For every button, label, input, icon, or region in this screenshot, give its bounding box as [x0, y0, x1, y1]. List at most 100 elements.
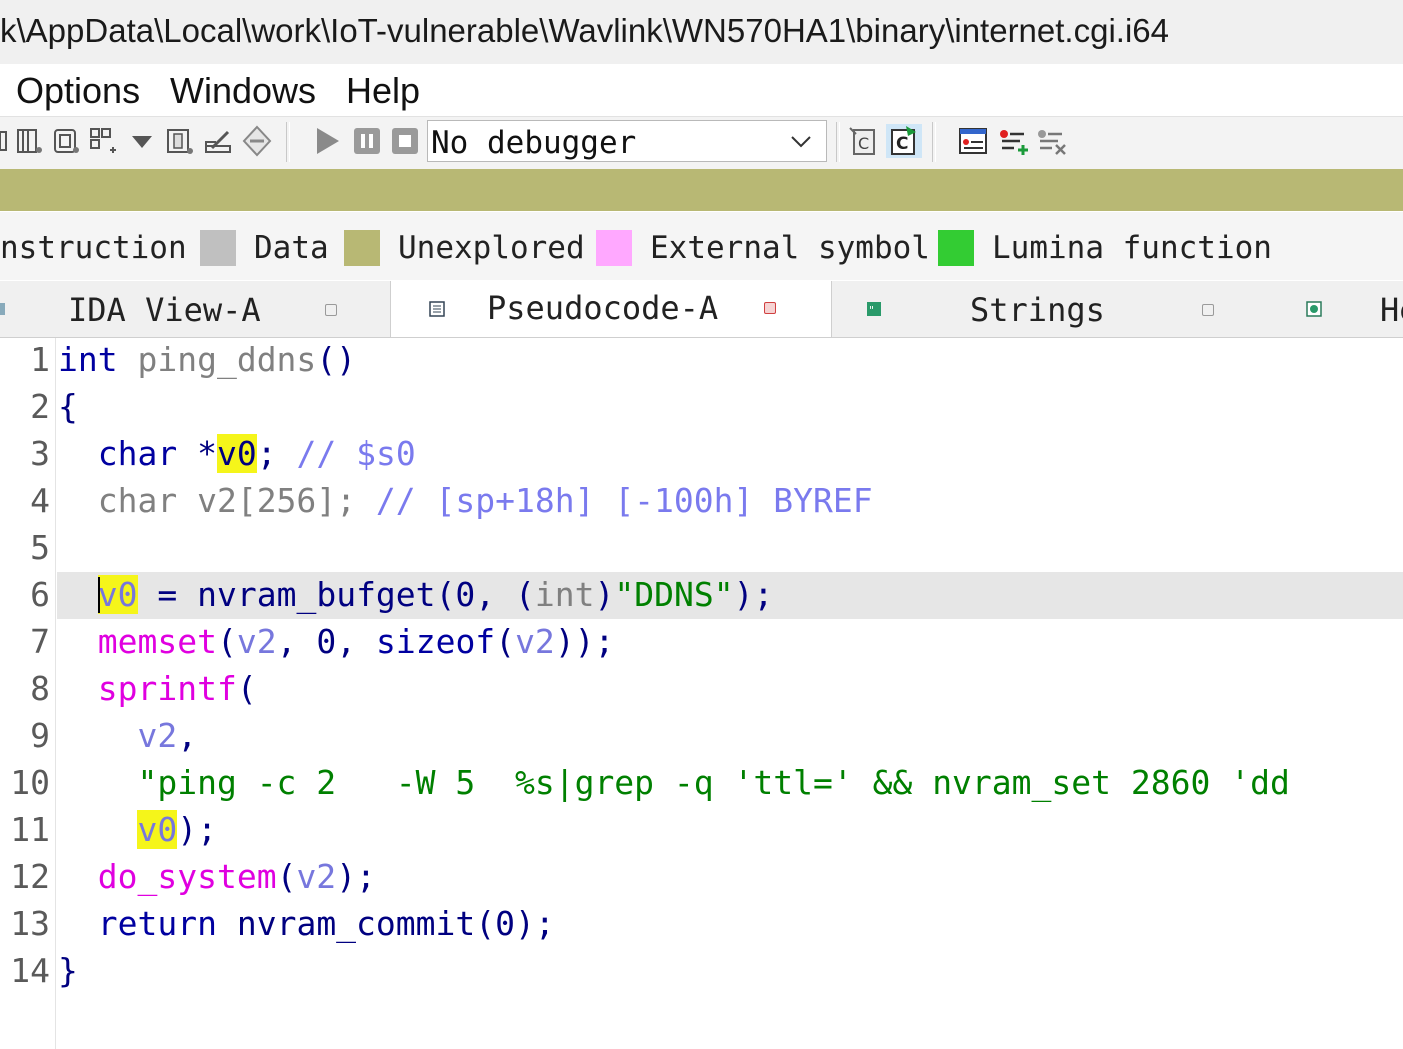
svg-text:C: C [858, 134, 869, 153]
stop-icon[interactable] [390, 124, 420, 158]
code-var-v0[interactable]: v0 [137, 810, 178, 849]
graph-view-icon[interactable]: C [848, 124, 878, 158]
code-var-v2[interactable]: v2 [296, 857, 336, 896]
bracket-icon[interactable] [164, 124, 194, 158]
legend-label-lumina-function: Lumina function [992, 230, 1272, 266]
code-var-v0[interactable]: v0 [216, 434, 257, 473]
legend-label-instruction: nstruction [0, 230, 187, 266]
tab-label: Strings [970, 291, 1105, 329]
code-punct: = [157, 575, 178, 614]
diamond-icon[interactable] [242, 124, 272, 158]
legend-label-unexplored: Unexplored [398, 230, 585, 266]
code-punct: ); [336, 857, 376, 896]
code-line-6[interactable]: v0 = nvram_bufget(0, (int)"DDNS"); [58, 575, 773, 615]
code-var-v2[interactable]: v2 [137, 716, 177, 755]
code-function-name[interactable]: ping_ddns [137, 340, 316, 379]
code-punct: ); [177, 810, 217, 849]
code-comment: // [sp+18h] [-100h] BYREF [375, 481, 873, 520]
tab-strings[interactable]: " Strings [832, 281, 1270, 337]
pause-icon[interactable] [352, 124, 382, 158]
code-line-8[interactable]: sprintf( [58, 669, 257, 708]
code-punct: ); [733, 575, 774, 614]
line-number: 10 [10, 763, 50, 802]
line-number: 11 [10, 810, 50, 849]
code-var-v2[interactable]: v2 [237, 622, 277, 661]
code-type: int [58, 340, 118, 379]
gutter-divider [55, 338, 56, 1049]
line-number: 8 [30, 669, 50, 708]
tab-pseudocode-a[interactable]: Pseudocode-A [390, 281, 832, 337]
code-line-1[interactable]: int ping_ddns() [58, 340, 356, 379]
code-cast-type: int [534, 575, 595, 614]
code-line-2[interactable]: { [58, 387, 78, 426]
code-call-nvram-bufget[interactable]: nvram_bufget [197, 575, 435, 614]
code-keyword-sizeof: sizeof [375, 622, 496, 661]
code-string[interactable]: "DDNS" [614, 575, 733, 614]
menu-windows[interactable]: Windows [170, 70, 316, 112]
code-punct: ( [515, 575, 535, 614]
toolbar-separator [286, 122, 290, 162]
add-breakpoint-icon[interactable] [998, 124, 1028, 158]
code-line-10[interactable]: "ping -c 2 -W 5 %s|grep -q 'ttl=' && nvr… [58, 763, 1289, 802]
line-number: 12 [10, 857, 50, 896]
code-punct: ( [435, 575, 456, 614]
debugger-select-value: No debugger [431, 125, 637, 161]
line-number: 9 [30, 716, 50, 755]
code-punct: ) [594, 575, 615, 614]
play-icon[interactable] [312, 124, 342, 158]
svg-text:": " [869, 304, 874, 317]
menu-help[interactable]: Help [346, 70, 420, 112]
code-line-4[interactable]: char v2[256]; // [sp+18h] [-100h] BYREF [58, 481, 873, 520]
code-call-nvram-commit[interactable]: nvram_commit [237, 904, 475, 943]
code-line-12[interactable]: do_system(v2); [58, 857, 376, 896]
code-call-do-system[interactable]: do_system [98, 857, 277, 896]
tab-hex-view[interactable]: He [1270, 281, 1403, 337]
tab-ida-view-a[interactable]: IDA View-A [0, 281, 390, 337]
delete-breakpoint-icon[interactable] [1036, 124, 1066, 158]
toolbar-separator [836, 122, 840, 162]
close-icon[interactable] [764, 302, 776, 314]
code-call-memset[interactable]: memset [98, 622, 217, 661]
code-line-11[interactable]: v0); [58, 810, 217, 849]
code-line-13[interactable]: return nvram_commit(0); [58, 904, 555, 943]
code-line-7[interactable]: memset(v2, 0, sizeof(v2)); [58, 622, 615, 661]
code-string[interactable]: "ping -c 2 -W 5 %s|grep -q 'ttl=' && nvr… [137, 763, 1289, 802]
debugger-select[interactable]: No debugger [427, 120, 827, 162]
code-punct: , [475, 575, 496, 614]
enum-icon[interactable] [88, 124, 118, 158]
code-line-14[interactable]: } [58, 951, 78, 990]
close-icon[interactable] [325, 304, 337, 316]
tab-label: He [1380, 291, 1403, 329]
line-number: 5 [30, 528, 50, 567]
code-comment: // $s0 [296, 434, 416, 473]
navigation-band[interactable] [0, 169, 1403, 211]
code-call-sprintf[interactable]: sprintf [98, 669, 237, 708]
code-var-v0[interactable]: v0 [97, 575, 138, 614]
hex-tab-icon [1306, 301, 1322, 317]
code-punct: (0); [475, 904, 555, 943]
toolbar-partial-icon[interactable] [0, 124, 10, 158]
code-punct: ( [216, 622, 237, 661]
chevron-down-icon [791, 136, 811, 148]
code-punct: * [197, 434, 217, 473]
patch-icon[interactable] [202, 124, 232, 158]
legend-label-external-symbol: External symbol [650, 230, 930, 266]
window-title: k\AppData\Local\work\IoT-vulnerable\Wavl… [0, 12, 1169, 49]
line-number: 1 [30, 340, 50, 379]
menu-options[interactable]: Options [16, 70, 140, 112]
close-icon[interactable] [1202, 304, 1214, 316]
line-number: 13 [10, 904, 50, 943]
struct-icon[interactable] [50, 124, 80, 158]
line-number: 6 [30, 575, 50, 614]
code-brace: { [58, 387, 78, 426]
code-number: 0 [316, 622, 337, 661]
pseudocode-view-icon[interactable]: C [886, 124, 922, 158]
segment-icon[interactable] [14, 124, 44, 158]
dropdown-arrow-icon[interactable] [128, 124, 156, 158]
code-var-v2[interactable]: v2 [515, 622, 555, 661]
code-punct: ( [276, 857, 297, 896]
code-line-9[interactable]: v2, [58, 716, 197, 755]
breakpoint-list-icon[interactable] [958, 124, 988, 158]
code-line-3[interactable]: char *v0; // $s0 [58, 434, 416, 473]
code-keyword-return: return [97, 904, 217, 943]
